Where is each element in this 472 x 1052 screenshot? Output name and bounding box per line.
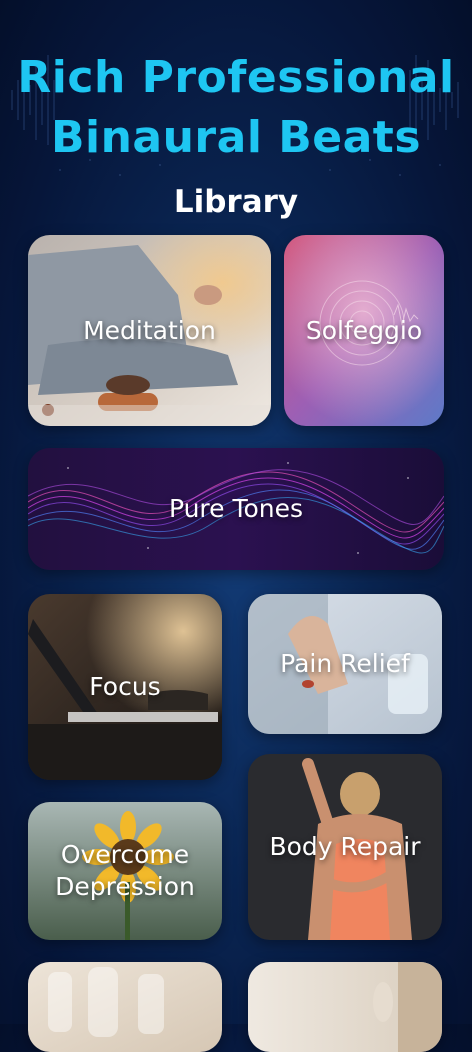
library-card-pure-tones[interactable]: Pure Tones [28,448,444,570]
overcome-depression-label: Overcome Depression [55,840,195,901]
meditation-label: Meditation [83,315,216,345]
focus-label: Focus [89,672,161,701]
library-section-title: Library [173,184,299,220]
library-card-focus[interactable]: Focus [28,594,222,780]
library-card-meditation[interactable]: Meditation [28,235,271,426]
library-card-pain-relief[interactable]: Pain Relief [248,594,442,734]
library-card-body-repair[interactable]: Body Repair [248,754,442,940]
glassware-image [28,962,222,1052]
library-card-overcome-depression[interactable]: Overcome Depression [28,802,222,940]
pure-tones-label: Pure Tones [168,494,304,523]
body-repair-label: Body Repair [269,832,421,861]
interior-image [248,962,442,1052]
headline-line-2: Binaural Beats [50,112,422,163]
headline-line-1: Rich Professional [17,52,455,103]
solfeggio-label: Solfeggio [305,315,423,345]
pain-relief-label: Pain Relief [280,649,410,678]
hero-headline: Rich Professional Binaural Beats [0,48,472,168]
library-card-solfeggio[interactable]: Solfeggio [284,235,444,426]
library-card-partial-left[interactable] [28,962,222,1052]
library-card-partial-right[interactable] [248,962,442,1052]
